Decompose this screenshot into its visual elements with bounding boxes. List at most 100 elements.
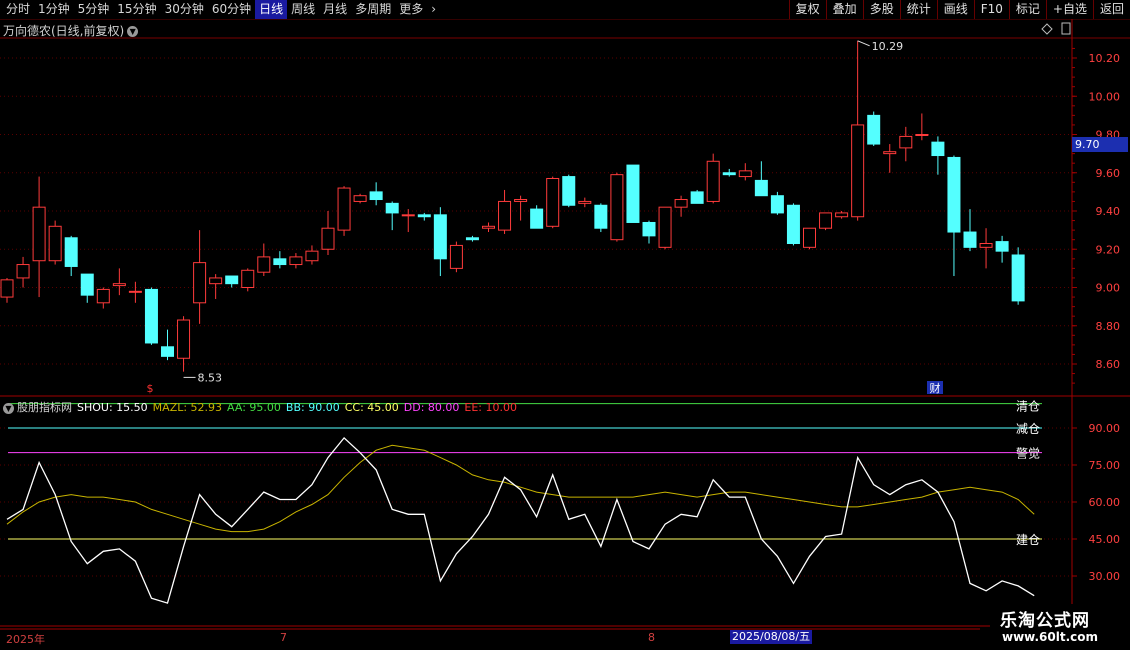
indicator-axis-label: 30.00: [1089, 570, 1121, 583]
panel-toggle-icon: [1061, 22, 1071, 35]
candle-body-down: [64, 237, 78, 267]
indicator-title: ▼ 股朋指标网 SHOU: 15.50 MAZL: 52.93 AA: 95.00 BB:…: [3, 399, 522, 415]
watermark-url: www.60lt.com: [1002, 630, 1099, 644]
candle-body-up: [979, 243, 993, 248]
finance-marker: 财: [930, 381, 941, 395]
dividend-marker: $: [147, 382, 154, 395]
candle-body-up: [305, 250, 319, 262]
watermark: 乐淘公式网 www.60lt.com: [990, 604, 1130, 650]
candle-body-up: [16, 264, 30, 279]
candle-body-down: [626, 164, 640, 223]
candle-body-up: [128, 290, 142, 293]
candle-body-down: [273, 258, 287, 266]
candle-body-up: [658, 206, 672, 248]
candle-body-down: [433, 214, 447, 260]
time-axis-month-7: 7: [280, 631, 287, 644]
price-axis-label: 9.60: [1096, 167, 1121, 180]
candle-body-down: [225, 275, 239, 285]
ind-ee: EE: 10.00: [464, 401, 517, 414]
chevron-down-icon[interactable]: ▼: [3, 402, 14, 414]
candle-body-down: [754, 179, 768, 197]
candle-body-down: [995, 241, 1009, 252]
candle-body-down: [931, 141, 945, 157]
candle-body-up: [835, 212, 849, 218]
candle-body-up: [209, 277, 223, 285]
indicator-axis-label: 90.00: [1089, 422, 1121, 435]
candle-body-up: [498, 200, 512, 231]
diamond-icon: [1041, 23, 1053, 35]
ind-shou: SHOU: 15.50: [77, 401, 148, 414]
ref-label-reduce: 减仓: [1016, 422, 1040, 436]
candle-body-up: [401, 214, 415, 217]
ind-cc: CC: 45.00: [344, 401, 399, 414]
price-axis-label: 10.00: [1089, 90, 1121, 103]
candle-body-up: [482, 225, 495, 229]
candle-body-up: [112, 283, 126, 287]
candle-body-down: [530, 208, 544, 229]
candle-body-up: [851, 124, 865, 218]
stock-title-bar[interactable]: 万向德农(日线,前复权) ▼: [3, 22, 139, 39]
candle-body-up: [915, 134, 929, 136]
candle-body-down: [80, 273, 94, 296]
ind-bb: BB: 90.00: [285, 401, 340, 414]
candle-body-up: [32, 206, 46, 262]
candle-body-down: [369, 191, 383, 201]
candle-body-up: [819, 212, 833, 229]
high-marker-label: 10.29: [872, 40, 904, 53]
candle-body-down: [1011, 254, 1025, 302]
candle-body-up: [337, 187, 351, 231]
chevron-down-icon[interactable]: ▼: [127, 26, 139, 37]
candle-body-up: [257, 256, 271, 273]
price-axis-label: 9.40: [1096, 205, 1121, 218]
candle-body-down: [465, 237, 479, 241]
candle-body-up: [289, 256, 303, 266]
ref-label-alert: 警觉: [1016, 446, 1040, 461]
candle-body-up: [706, 160, 720, 202]
candle-body-down: [562, 176, 576, 206]
watermark-title: 乐淘公式网: [1000, 611, 1090, 631]
ind-dd: DD: 80.00: [403, 401, 460, 414]
candle-body-down: [722, 172, 736, 176]
shou-line: [6, 436, 1035, 604]
candle-body-down: [867, 114, 881, 145]
candle-body-up: [738, 170, 752, 178]
candle-body-up: [321, 227, 335, 250]
indicator-axis-label: 45.00: [1089, 533, 1121, 546]
candle-body-up: [449, 244, 463, 269]
candle-body-down: [947, 156, 961, 233]
candle-body-up: [546, 177, 560, 227]
time-axis-year: 2025年: [6, 633, 45, 646]
ind-mazl: MAZL: 52.93: [152, 401, 223, 414]
candle-body-up: [177, 319, 191, 359]
indicator-axis-label: 60.00: [1089, 496, 1121, 509]
candle-body-up: [0, 279, 14, 298]
candle-body-down: [385, 202, 399, 214]
selected-date: 2025/08/08/五: [730, 630, 813, 644]
price-axis-label: 9.20: [1096, 243, 1121, 256]
candle-body-down: [417, 214, 431, 218]
stock-title: 万向德农(日线,前复权): [3, 24, 125, 38]
candle-body-down: [963, 231, 977, 248]
kline-chart[interactable]: 10.2010.009.809.609.409.209.008.808.6010…: [0, 0, 1130, 650]
candle-body-up: [96, 288, 110, 304]
ref-label-build: 建仓: [1016, 533, 1040, 547]
candle-body-down: [690, 191, 704, 204]
candle-body-up: [883, 151, 897, 155]
candle-body-down: [770, 195, 784, 214]
time-axis-month-8: 8: [648, 631, 655, 644]
price-axis-label: 9.00: [1096, 282, 1121, 295]
candle-body-down: [594, 204, 608, 229]
price-axis-label: 10.20: [1089, 52, 1121, 65]
indicator-axis-label: 75.00: [1089, 459, 1121, 472]
candle-body-up: [578, 200, 592, 204]
ref-label-clear: 清仓: [1016, 400, 1040, 414]
candle-body-up: [193, 262, 207, 304]
price-axis-label: 8.80: [1096, 320, 1121, 333]
candle-body-down: [786, 204, 800, 245]
candle-body-up: [610, 174, 624, 241]
candle-body-up: [674, 199, 688, 208]
candle-body-up: [353, 195, 367, 202]
candle-body-up: [48, 225, 62, 262]
high-marker-arrow: [857, 40, 870, 47]
indicator-name: 股朋指标网: [17, 401, 72, 414]
